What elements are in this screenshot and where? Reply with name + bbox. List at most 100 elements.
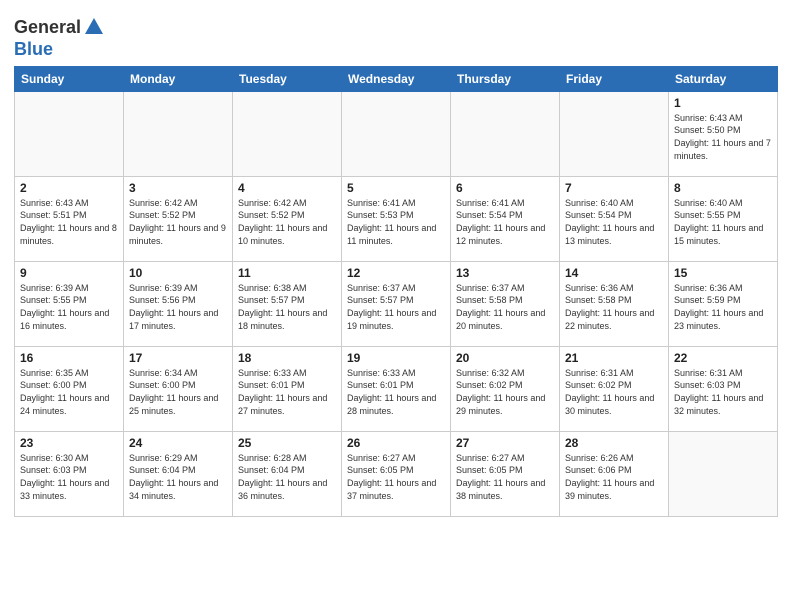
calendar-cell: 18 Sunrise: 6:33 AMSunset: 6:01 PMDayligh… xyxy=(233,346,342,431)
calendar-week-row: 23 Sunrise: 6:30 AMSunset: 6:03 PMDayligh… xyxy=(15,431,778,516)
day-info: Sunrise: 6:36 AMSunset: 5:58 PMDaylight:… xyxy=(565,282,663,332)
calendar-week-row: 9 Sunrise: 6:39 AMSunset: 5:55 PMDaylight… xyxy=(15,261,778,346)
day-number: 19 xyxy=(347,351,445,365)
page: General Blue SundayMondayTuesdayWednesda… xyxy=(0,0,792,612)
weekday-header-row: SundayMondayTuesdayWednesdayThursdayFrid… xyxy=(15,66,778,91)
day-info: Sunrise: 6:27 AMSunset: 6:05 PMDaylight:… xyxy=(456,452,554,502)
weekday-header-tuesday: Tuesday xyxy=(233,66,342,91)
calendar-cell: 20Sunrise: 6:32 AMSunset: 6:02 PMDayligh… xyxy=(451,346,560,431)
weekday-header-monday: Monday xyxy=(124,66,233,91)
day-info: Sunrise: 6:35 AMSunset: 6:00 PMDaylight:… xyxy=(20,367,118,417)
calendar-cell: 15 Sunrise: 6:36 AMSunset: 5:59 PMDayligh… xyxy=(669,261,778,346)
calendar-cell: 8 Sunrise: 6:40 AMSunset: 5:55 PMDaylight… xyxy=(669,176,778,261)
day-number: 6 xyxy=(456,181,554,195)
calendar-cell: 26 Sunrise: 6:27 AMSunset: 6:05 PMDayligh… xyxy=(342,431,451,516)
calendar-cell: 13 Sunrise: 6:37 AMSunset: 5:58 PMDayligh… xyxy=(451,261,560,346)
calendar-cell: 23 Sunrise: 6:30 AMSunset: 6:03 PMDayligh… xyxy=(15,431,124,516)
calendar-cell: 6Sunrise: 6:41 AMSunset: 5:54 PMDaylight… xyxy=(451,176,560,261)
day-info: Sunrise: 6:39 AMSunset: 5:56 PMDaylight:… xyxy=(129,282,227,332)
day-number: 5 xyxy=(347,181,445,195)
day-number: 7 xyxy=(565,181,663,195)
day-info: Sunrise: 6:37 AMSunset: 5:57 PMDaylight:… xyxy=(347,282,445,332)
calendar-cell: 16 Sunrise: 6:35 AMSunset: 6:00 PMDayligh… xyxy=(15,346,124,431)
calendar-week-row: 16 Sunrise: 6:35 AMSunset: 6:00 PMDayligh… xyxy=(15,346,778,431)
day-number: 21 xyxy=(565,351,663,365)
weekday-header-thursday: Thursday xyxy=(451,66,560,91)
logo-blue-text: Blue xyxy=(14,39,53,59)
calendar-table: SundayMondayTuesdayWednesdayThursdayFrid… xyxy=(14,66,778,517)
day-number: 22 xyxy=(674,351,772,365)
calendar-cell xyxy=(342,91,451,176)
calendar-week-row: 2 Sunrise: 6:43 AMSunset: 5:51 PMDaylight… xyxy=(15,176,778,261)
calendar-cell: 19 Sunrise: 6:33 AMSunset: 6:01 PMDayligh… xyxy=(342,346,451,431)
day-number: 23 xyxy=(20,436,118,450)
calendar-cell: 1 Sunrise: 6:43 AMSunset: 5:50 PMDaylight… xyxy=(669,91,778,176)
logo-general-text: General xyxy=(14,17,81,37)
weekday-header-saturday: Saturday xyxy=(669,66,778,91)
calendar-cell: 2 Sunrise: 6:43 AMSunset: 5:51 PMDaylight… xyxy=(15,176,124,261)
day-number: 8 xyxy=(674,181,772,195)
weekday-header-friday: Friday xyxy=(560,66,669,91)
day-info: Sunrise: 6:28 AMSunset: 6:04 PMDaylight:… xyxy=(238,452,336,502)
day-info: Sunrise: 6:37 AMSunset: 5:58 PMDaylight:… xyxy=(456,282,554,332)
day-number: 3 xyxy=(129,181,227,195)
day-number: 28 xyxy=(565,436,663,450)
day-info: Sunrise: 6:32 AMSunset: 6:02 PMDaylight:… xyxy=(456,367,554,417)
day-info: Sunrise: 6:31 AMSunset: 6:02 PMDaylight:… xyxy=(565,367,663,417)
day-number: 15 xyxy=(674,266,772,280)
day-info: Sunrise: 6:39 AMSunset: 5:55 PMDaylight:… xyxy=(20,282,118,332)
day-info: Sunrise: 6:43 AMSunset: 5:51 PMDaylight:… xyxy=(20,197,118,247)
day-info: Sunrise: 6:40 AMSunset: 5:54 PMDaylight:… xyxy=(565,197,663,247)
calendar-cell xyxy=(560,91,669,176)
day-info: Sunrise: 6:42 AMSunset: 5:52 PMDaylight:… xyxy=(238,197,336,247)
day-info: Sunrise: 6:40 AMSunset: 5:55 PMDaylight:… xyxy=(674,197,772,247)
header: General Blue xyxy=(14,10,778,60)
calendar-cell: 27 Sunrise: 6:27 AMSunset: 6:05 PMDayligh… xyxy=(451,431,560,516)
day-info: Sunrise: 6:33 AMSunset: 6:01 PMDaylight:… xyxy=(347,367,445,417)
day-number: 13 xyxy=(456,266,554,280)
day-number: 16 xyxy=(20,351,118,365)
calendar-cell: 11Sunrise: 6:38 AMSunset: 5:57 PMDayligh… xyxy=(233,261,342,346)
day-number: 4 xyxy=(238,181,336,195)
calendar-cell: 5 Sunrise: 6:41 AMSunset: 5:53 PMDaylight… xyxy=(342,176,451,261)
day-number: 17 xyxy=(129,351,227,365)
day-number: 1 xyxy=(674,96,772,110)
day-number: 27 xyxy=(456,436,554,450)
day-info: Sunrise: 6:41 AMSunset: 5:53 PMDaylight:… xyxy=(347,197,445,247)
calendar-cell: 14 Sunrise: 6:36 AMSunset: 5:58 PMDayligh… xyxy=(560,261,669,346)
calendar-cell: 12 Sunrise: 6:37 AMSunset: 5:57 PMDayligh… xyxy=(342,261,451,346)
weekday-header-wednesday: Wednesday xyxy=(342,66,451,91)
day-number: 11 xyxy=(238,266,336,280)
day-info: Sunrise: 6:36 AMSunset: 5:59 PMDaylight:… xyxy=(674,282,772,332)
calendar-cell xyxy=(15,91,124,176)
day-info: Sunrise: 6:34 AMSunset: 6:00 PMDaylight:… xyxy=(129,367,227,417)
day-number: 2 xyxy=(20,181,118,195)
calendar-cell: 10 Sunrise: 6:39 AMSunset: 5:56 PMDayligh… xyxy=(124,261,233,346)
calendar-cell: 17 Sunrise: 6:34 AMSunset: 6:00 PMDayligh… xyxy=(124,346,233,431)
day-number: 25 xyxy=(238,436,336,450)
calendar-cell xyxy=(124,91,233,176)
calendar-cell: 9 Sunrise: 6:39 AMSunset: 5:55 PMDaylight… xyxy=(15,261,124,346)
day-number: 26 xyxy=(347,436,445,450)
day-info: Sunrise: 6:33 AMSunset: 6:01 PMDaylight:… xyxy=(238,367,336,417)
day-info: Sunrise: 6:43 AMSunset: 5:50 PMDaylight:… xyxy=(674,112,772,162)
logo: General Blue xyxy=(14,16,105,60)
calendar-cell: 21 Sunrise: 6:31 AMSunset: 6:02 PMDayligh… xyxy=(560,346,669,431)
calendar-week-row: 1 Sunrise: 6:43 AMSunset: 5:50 PMDaylight… xyxy=(15,91,778,176)
day-number: 12 xyxy=(347,266,445,280)
day-info: Sunrise: 6:27 AMSunset: 6:05 PMDaylight:… xyxy=(347,452,445,502)
day-info: Sunrise: 6:30 AMSunset: 6:03 PMDaylight:… xyxy=(20,452,118,502)
day-info: Sunrise: 6:26 AMSunset: 6:06 PMDaylight:… xyxy=(565,452,663,502)
day-number: 9 xyxy=(20,266,118,280)
day-number: 14 xyxy=(565,266,663,280)
weekday-header-sunday: Sunday xyxy=(15,66,124,91)
calendar-cell: 3Sunrise: 6:42 AMSunset: 5:52 PMDaylight… xyxy=(124,176,233,261)
day-number: 18 xyxy=(238,351,336,365)
day-number: 10 xyxy=(129,266,227,280)
calendar-cell: 4 Sunrise: 6:42 AMSunset: 5:52 PMDaylight… xyxy=(233,176,342,261)
calendar-cell: 25 Sunrise: 6:28 AMSunset: 6:04 PMDayligh… xyxy=(233,431,342,516)
calendar-cell xyxy=(451,91,560,176)
calendar-cell: 28 Sunrise: 6:26 AMSunset: 6:06 PMDayligh… xyxy=(560,431,669,516)
calendar-cell xyxy=(233,91,342,176)
logo-icon xyxy=(83,16,105,38)
